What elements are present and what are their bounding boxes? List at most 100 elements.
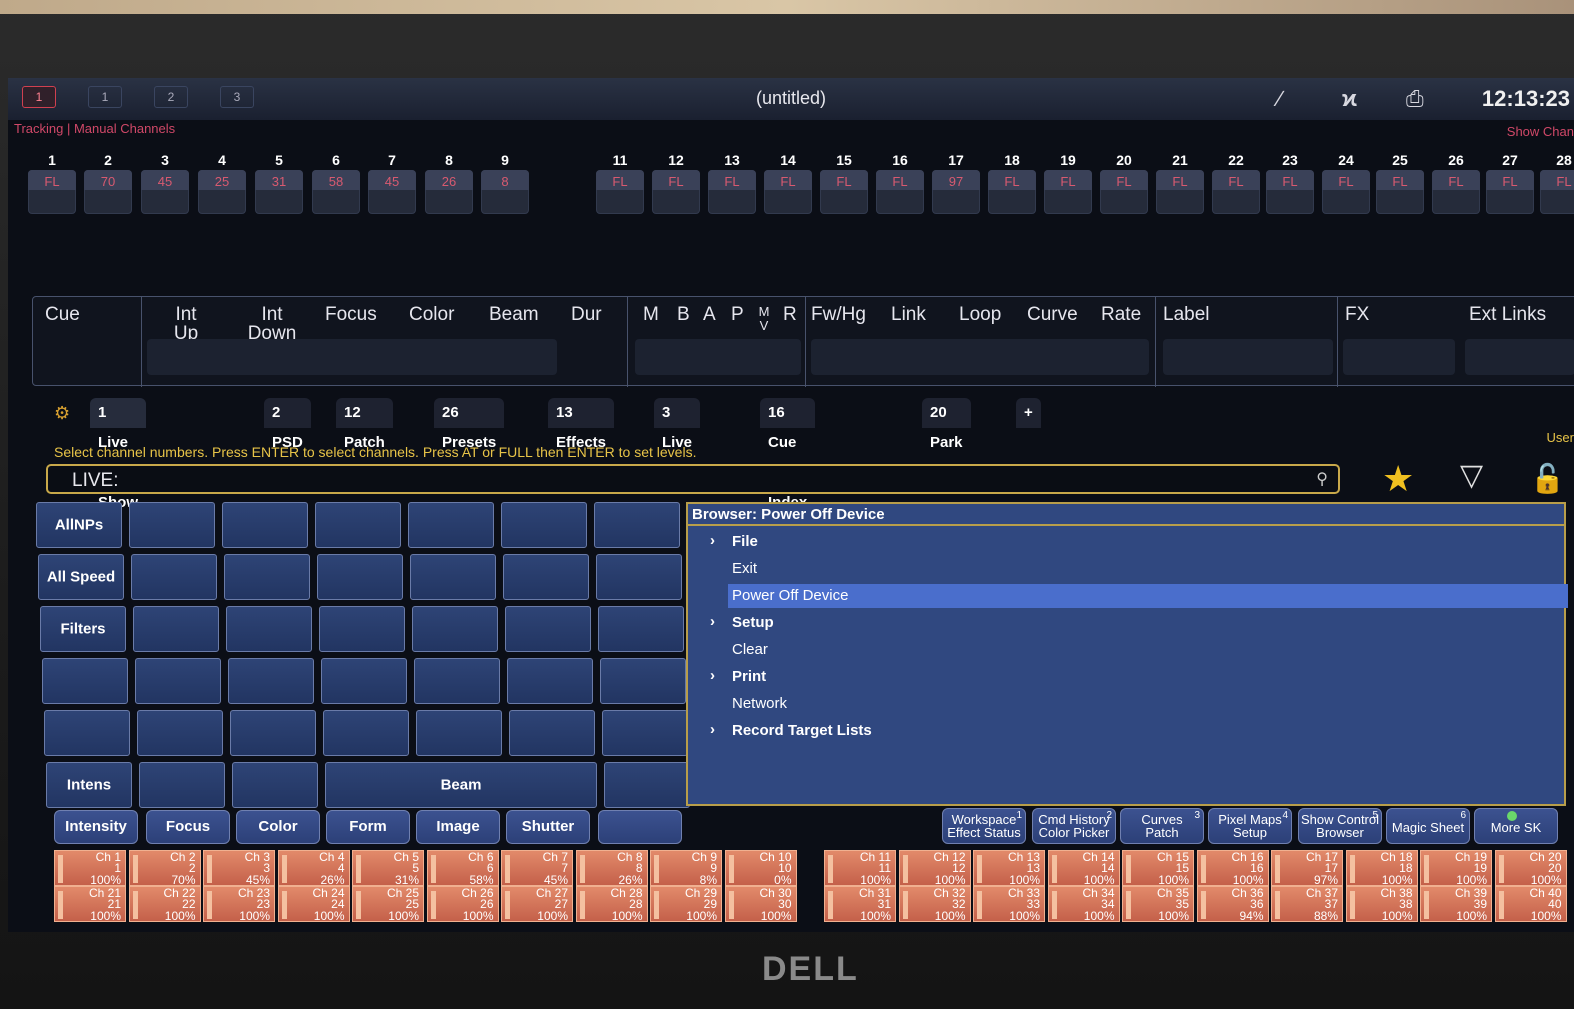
channel-2[interactable]: 2 70 [82,148,134,218]
direct-select-button[interactable] [321,658,407,704]
channel-8[interactable]: 8 26 [423,148,475,218]
fader-handle[interactable] [356,855,361,883]
softkey-magic-sheet[interactable]: Magic Sheet 6 [1386,808,1470,844]
direct-select-button[interactable] [135,658,221,704]
direct-select-button[interactable] [224,554,310,600]
direct-select-button[interactable] [323,710,409,756]
direct-select-button[interactable] [232,762,318,808]
fader-handle[interactable] [1051,855,1057,883]
fader-ch-28[interactable]: Ch 28 28 100% [575,886,648,922]
fader-handle[interactable] [1200,855,1206,883]
fader-ch-40[interactable]: Ch 40 40 100% [1494,886,1567,922]
tab-effects[interactable]: 13 Effects [548,398,615,451]
direct-select-button[interactable] [503,554,589,600]
direct-select-button[interactable] [131,554,217,600]
fader-handle[interactable] [281,891,287,919]
direct-select-button[interactable] [319,606,405,652]
direct-select-button[interactable] [317,554,403,600]
fader-ch-18[interactable]: Ch 18 18 100% [1345,850,1418,886]
fader-handle[interactable] [1126,855,1131,883]
allnps-button[interactable]: AllNPs [36,502,122,548]
direct-select-button[interactable] [596,554,682,600]
fader-ch-37[interactable]: Ch 37 37 88% [1271,886,1343,922]
softkey-cmd-history[interactable]: Cmd History Color Picker 2 [1032,808,1116,844]
fader-ch-14[interactable]: Ch 14 14 100% [1047,850,1120,886]
channel-15[interactable]: 15 FL [818,148,870,218]
tab-live-ms[interactable]: 3 Live MS [654,398,701,481]
fader-ch-22[interactable]: Ch 22 22 100% [128,886,201,922]
fader-ch-3[interactable]: Ch 3 3 45% [203,850,275,886]
channel-14[interactable]: 14 FL [762,148,814,218]
channel-20[interactable]: 20 FL [1098,148,1150,218]
browser-item-setup[interactable]: Setup [728,611,1568,635]
cue-field-times[interactable] [147,339,557,375]
tab-presets[interactable]: 26 Presets [434,398,505,451]
fader-handle[interactable] [1498,891,1504,919]
channel-6[interactable]: 6 58 [310,148,362,218]
fader-handle[interactable] [207,855,212,883]
direct-select-button[interactable] [501,502,587,548]
fader-ch-7[interactable]: Ch 7 7 45% [501,850,573,886]
direct-select-button[interactable] [226,606,312,652]
channel-1[interactable]: 1 FL [26,148,78,218]
gear-icon[interactable]: ⚙ [54,403,70,424]
fader-handle[interactable] [1200,891,1206,919]
fader-handle[interactable] [1498,855,1504,883]
fader-ch-12[interactable]: Ch 12 12 100% [898,850,971,886]
fader-ch-17[interactable]: Ch 17 17 97% [1271,850,1343,886]
fader-ch-13[interactable]: Ch 13 13 100% [973,850,1045,886]
channel-16[interactable]: 16 FL [874,148,926,218]
cue-field-fx[interactable] [1343,339,1455,375]
fader-handle[interactable] [430,891,436,919]
search-icon[interactable]: ⚲ [1316,469,1328,489]
intens-button[interactable]: Intens [46,762,132,808]
chevron-right-icon[interactable]: › [710,532,715,549]
channel-26[interactable]: 26 FL [1430,148,1482,218]
fader-ch-10[interactable]: Ch 10 10 0% [724,850,797,886]
direct-select-button[interactable] [139,762,225,808]
fader-ch-27[interactable]: Ch 27 27 100% [501,886,573,922]
channel-28[interactable]: 28 FL [1538,148,1574,218]
channel-17[interactable]: 17 97 [930,148,982,218]
star-icon[interactable]: ★ [1382,458,1414,500]
fader-ch-26[interactable]: Ch 26 26 100% [426,886,499,922]
fader-ch-9[interactable]: Ch 9 9 8% [650,850,722,886]
direct-select-button[interactable] [222,502,308,548]
category-form[interactable]: Form [326,810,410,844]
direct-select-button[interactable] [412,606,498,652]
category-color[interactable]: Color [236,810,320,844]
channel-11[interactable]: 11 FL [594,148,646,218]
cue-field-links[interactable] [811,339,1149,375]
fader-ch-20[interactable]: Ch 20 20 100% [1494,850,1567,886]
fader-ch-30[interactable]: Ch 30 30 100% [724,886,797,922]
fader-handle[interactable] [728,855,734,883]
fader-handle[interactable] [902,855,908,883]
fader-handle[interactable] [281,855,287,883]
fader-ch-34[interactable]: Ch 34 34 100% [1047,886,1120,922]
fader-handle[interactable] [1349,855,1355,883]
fader-handle[interactable] [579,855,585,883]
fader-handle[interactable] [132,855,138,883]
chevron-right-icon[interactable]: › [710,613,715,630]
channel-9[interactable]: 98 [479,148,531,218]
channel-18[interactable]: 18 FL [986,148,1038,218]
direct-select-button[interactable] [230,710,316,756]
fader-handle[interactable] [505,855,510,883]
channel-22[interactable]: 22 FL [1210,148,1262,218]
command-line[interactable]: LIVE: ⚲ [46,464,1340,494]
fader-handle[interactable] [1349,891,1355,919]
direct-select-button[interactable] [44,710,130,756]
direct-select-button[interactable] [507,658,593,704]
filter-icon[interactable]: ▽ [1460,458,1483,493]
fader-ch-24[interactable]: Ch 24 24 100% [277,886,350,922]
pencil-icon[interactable]: ∕ [1278,86,1282,112]
fader-handle[interactable] [977,855,982,883]
fader-handle[interactable] [654,855,659,883]
browser-item-exit[interactable]: Exit [728,557,1568,581]
fader-ch-38[interactable]: Ch 38 38 100% [1345,886,1418,922]
fader-ch-2[interactable]: Ch 2 2 70% [128,850,201,886]
direct-select-button[interactable] [604,762,690,808]
fader-ch-33[interactable]: Ch 33 33 100% [973,886,1045,922]
softkey-more-sk[interactable]: More SK [1474,808,1558,844]
browser-item-file[interactable]: File [728,530,1568,554]
